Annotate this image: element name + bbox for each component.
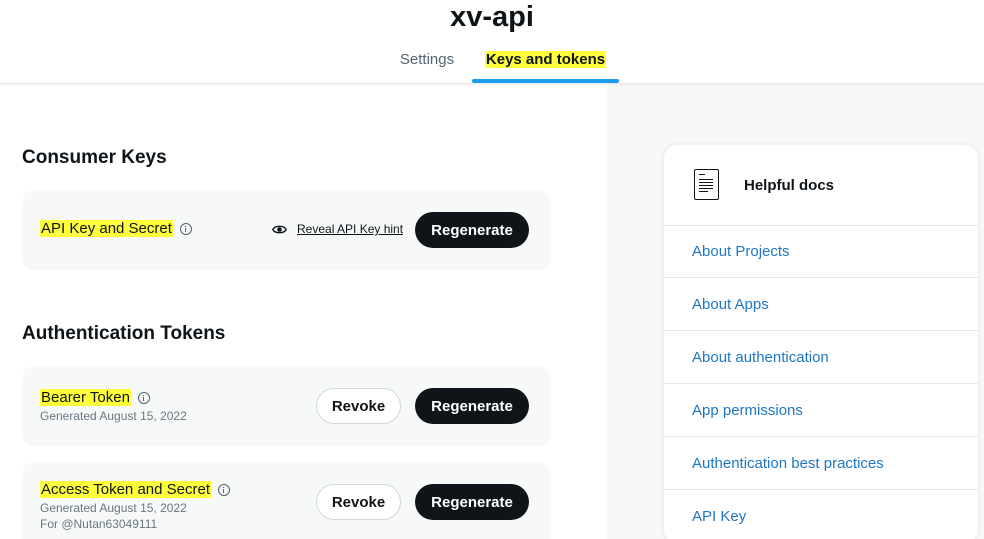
revoke-bearer-token-button[interactable]: Revoke <box>316 388 401 424</box>
consumer-keys-title: Consumer Keys <box>22 147 167 168</box>
regenerate-bearer-token-button[interactable]: Regenerate <box>415 388 529 424</box>
tab-settings[interactable]: Settings <box>386 46 468 84</box>
api-key-label-row: API Key and Secret <box>40 220 192 237</box>
access-token-owner: For @Nutan63049111 <box>40 517 158 531</box>
doc-link-api-key[interactable]: API Key <box>664 490 978 539</box>
doc-link-app-permissions[interactable]: App permissions <box>664 384 978 437</box>
bearer-token-label: Bearer Token <box>40 389 131 406</box>
doc-link-about-authentication[interactable]: About authentication <box>664 331 978 384</box>
reveal-api-key-hint-label: Reveal API Key hint <box>297 222 404 236</box>
reveal-api-key-hint-link[interactable]: Reveal API Key hint <box>272 222 403 236</box>
page-header: xv-api Settings Keys and tokens <box>0 0 984 84</box>
helpful-docs-title: Helpful docs <box>744 177 835 194</box>
bearer-token-generated-date: Generated August 15, 2022 <box>40 409 187 423</box>
helpful-docs-panel: Helpful docs About Projects About Apps A… <box>663 144 979 539</box>
tab-keys-and-tokens-label: Keys and tokens <box>484 51 607 68</box>
eye-icon <box>272 225 287 233</box>
info-icon[interactable] <box>217 483 230 496</box>
doc-link-about-projects[interactable]: About Projects <box>664 225 978 278</box>
active-tab-indicator <box>472 79 619 83</box>
app-title: xv-api <box>450 1 534 33</box>
access-token-label-row: Access Token and Secret <box>40 481 230 498</box>
authentication-tokens-title: Authentication Tokens <box>22 323 226 344</box>
regenerate-api-key-button[interactable]: Regenerate <box>415 212 529 248</box>
access-token-label: Access Token and Secret <box>40 481 211 498</box>
info-icon[interactable] <box>179 222 192 235</box>
regenerate-access-token-button[interactable]: Regenerate <box>415 484 529 520</box>
api-key-label: API Key and Secret <box>40 220 173 237</box>
info-icon[interactable] <box>137 391 150 404</box>
bearer-token-label-row: Bearer Token <box>40 389 150 406</box>
access-token-generated-date: Generated August 15, 2022 <box>40 501 187 515</box>
helpful-docs-header: Helpful docs <box>664 145 978 226</box>
revoke-access-token-button[interactable]: Revoke <box>316 484 401 520</box>
document-icon <box>694 169 719 200</box>
doc-link-authentication-best-practices[interactable]: Authentication best practices <box>664 437 978 490</box>
doc-link-about-apps[interactable]: About Apps <box>664 278 978 331</box>
